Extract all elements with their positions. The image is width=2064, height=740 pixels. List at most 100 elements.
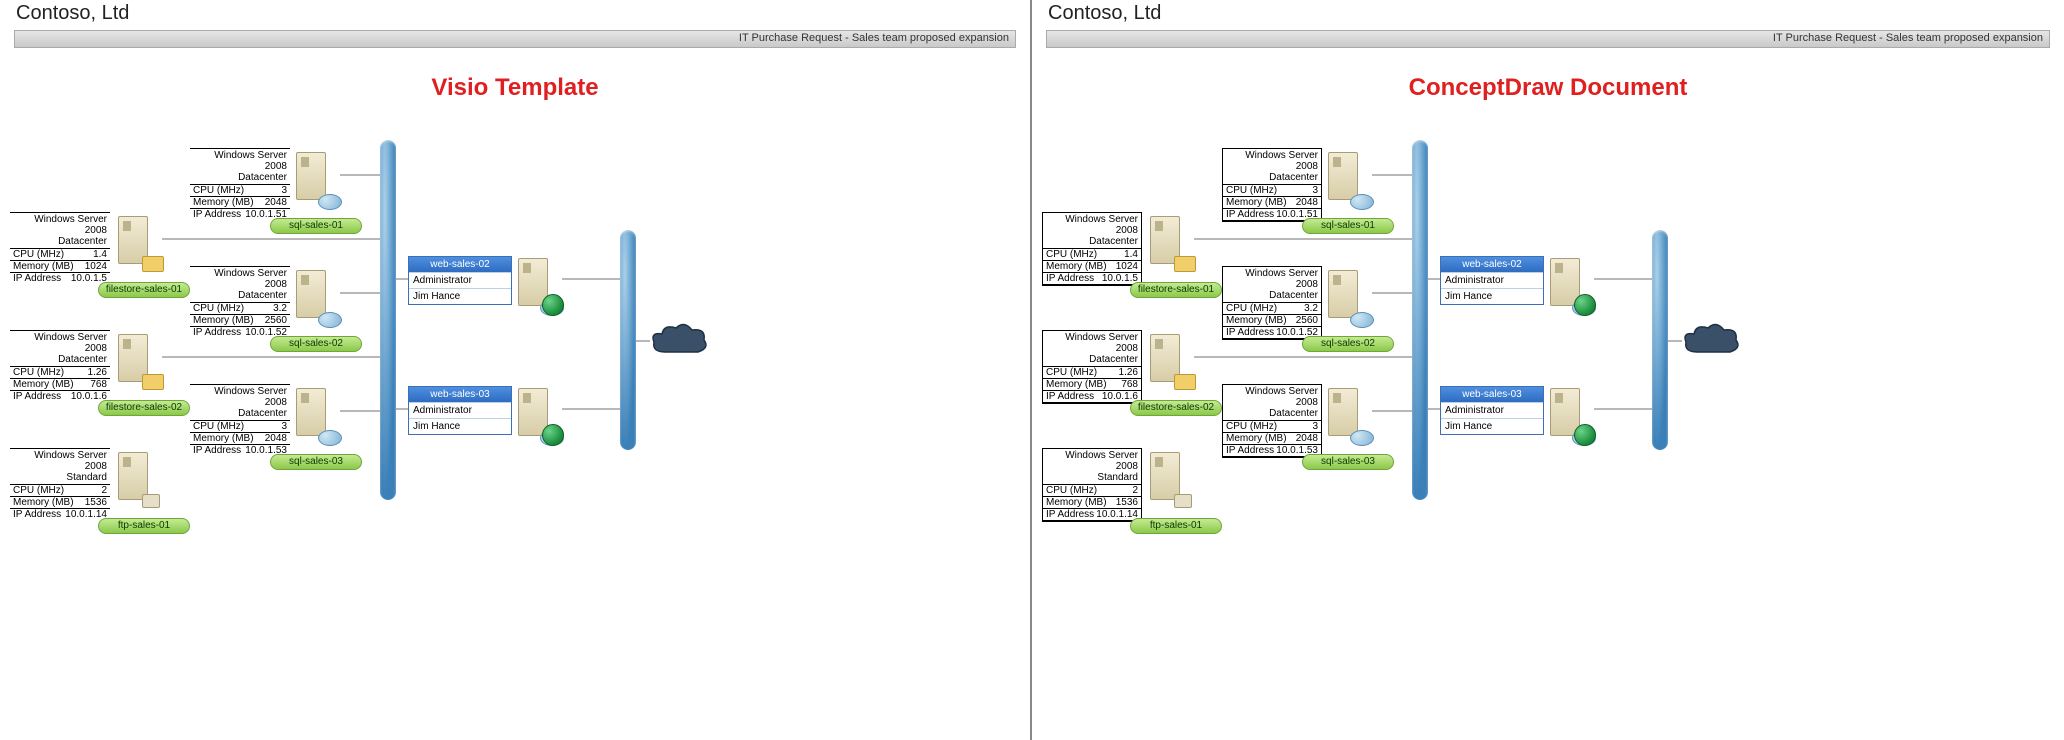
spec-value: 1024 (85, 261, 107, 272)
connector (162, 238, 380, 240)
web-server-role: Administrator (409, 402, 511, 418)
spec-value: 1.26 (1119, 367, 1138, 378)
connector (340, 174, 380, 176)
spec-label: CPU (MHz) (193, 303, 244, 314)
spec-os1: Windows Server 2008 (214, 386, 287, 408)
spec-os1: Windows Server 2008 (1065, 332, 1138, 354)
bus-pipe (620, 230, 636, 450)
spec-label: IP Address (193, 327, 241, 338)
server-spec: Windows Server 2008DatacenterCPU (MHz)3M… (190, 384, 290, 456)
spec-os2: Datacenter (58, 354, 107, 365)
diagram-canvas: Windows Server 2008DatacenterCPU (MHz)1.… (1032, 0, 2064, 740)
server-name-pill: sql-sales-02 (1302, 336, 1394, 352)
bus-pipe (380, 140, 396, 500)
spec-value: 1536 (1116, 497, 1138, 508)
spec-label: Memory (MB) (13, 497, 74, 508)
spec-os1: Windows Server 2008 (34, 214, 107, 236)
connector (562, 278, 620, 280)
server-name-pill: filestore-sales-01 (98, 282, 190, 298)
web-server-role: Administrator (1441, 272, 1543, 288)
server-name-pill: sql-sales-03 (1302, 454, 1394, 470)
web-server-name: web-sales-03 (1441, 387, 1543, 402)
spec-os1: Windows Server 2008 (1065, 214, 1138, 236)
spec-value: 3.2 (1304, 303, 1318, 314)
spec-value: 2 (101, 485, 107, 496)
connector (1194, 356, 1412, 358)
connector (1372, 174, 1412, 176)
spec-os2: Standard (1097, 472, 1138, 483)
spec-label: IP Address (13, 391, 61, 402)
connector (340, 410, 380, 412)
server-name-pill: filestore-sales-02 (98, 400, 190, 416)
spec-label: CPU (MHz) (1226, 303, 1277, 314)
spec-label: CPU (MHz) (13, 485, 64, 496)
server-icon (1150, 452, 1196, 510)
connector (562, 408, 620, 410)
spec-value: 3.2 (273, 303, 287, 314)
spec-label: Memory (MB) (1226, 315, 1287, 326)
server-icon (296, 388, 342, 446)
server-name-pill: sql-sales-01 (1302, 218, 1394, 234)
spec-os1: Windows Server 2008 (1245, 150, 1318, 172)
server-icon (1150, 334, 1196, 392)
spec-value: 3 (281, 421, 287, 432)
web-server-name: web-sales-02 (409, 257, 511, 272)
spec-label: Memory (MB) (1046, 379, 1107, 390)
spec-os2: Datacenter (238, 172, 287, 183)
diagram-pane: Contoso, LtdIT Purchase Request - Sales … (1032, 0, 2064, 740)
spec-label: CPU (MHz) (193, 185, 244, 196)
web-server-owner: Jim Hance (1441, 288, 1543, 304)
connector (1594, 408, 1652, 410)
server-spec: Windows Server 2008StandardCPU (MHz)2Mem… (10, 448, 110, 520)
spec-label: CPU (MHz) (193, 421, 244, 432)
spec-os2: Standard (66, 472, 107, 483)
server-name-pill: ftp-sales-01 (1130, 518, 1222, 534)
spec-label: Memory (MB) (1226, 197, 1287, 208)
spec-os2: Datacenter (1089, 354, 1138, 365)
connector (1372, 292, 1412, 294)
web-server-card: web-sales-03AdministratorJim Hance (1440, 386, 1544, 435)
spec-value: 1.4 (93, 249, 107, 260)
spec-value: 2560 (265, 315, 287, 326)
spec-value: 768 (1121, 379, 1138, 390)
server-icon (1150, 216, 1196, 274)
connector (1428, 408, 1440, 410)
spec-value: 2 (1132, 485, 1138, 496)
server-icon (1328, 388, 1374, 446)
server-icon (518, 258, 564, 316)
spec-os2: Datacenter (1269, 172, 1318, 183)
web-server-card: web-sales-03AdministratorJim Hance (408, 386, 512, 435)
diagram-pane: Contoso, LtdIT Purchase Request - Sales … (0, 0, 1032, 740)
spec-label: Memory (MB) (193, 197, 254, 208)
server-name-pill: filestore-sales-02 (1130, 400, 1222, 416)
spec-value: 2048 (1296, 197, 1318, 208)
server-icon (1550, 388, 1596, 446)
server-spec: Windows Server 2008DatacenterCPU (MHz)1.… (10, 330, 110, 402)
connector (162, 356, 380, 358)
server-icon (518, 388, 564, 446)
spec-label: IP Address (1046, 391, 1094, 402)
spec-value: 1024 (1116, 261, 1138, 272)
spec-label: Memory (MB) (13, 379, 74, 390)
server-icon (118, 334, 164, 392)
spec-label: Memory (MB) (1046, 497, 1107, 508)
web-server-card: web-sales-02AdministratorJim Hance (408, 256, 512, 305)
spec-label: Memory (MB) (1046, 261, 1107, 272)
spec-os2: Datacenter (1089, 236, 1138, 247)
server-icon (296, 152, 342, 210)
bus-pipe (1652, 230, 1668, 450)
spec-label: Memory (MB) (193, 315, 254, 326)
spec-os2: Datacenter (58, 236, 107, 247)
server-icon (1550, 258, 1596, 316)
spec-os1: Windows Server 2008 (1245, 386, 1318, 408)
bus-pipe (1412, 140, 1428, 500)
connector (396, 278, 408, 280)
spec-value: 3 (281, 185, 287, 196)
connector (1428, 278, 1440, 280)
server-icon (1328, 270, 1374, 328)
spec-value: 10.0.1.14 (1096, 509, 1138, 520)
web-server-name: web-sales-03 (409, 387, 511, 402)
connector (340, 292, 380, 294)
spec-os2: Datacenter (238, 408, 287, 419)
web-server-card: web-sales-02AdministratorJim Hance (1440, 256, 1544, 305)
